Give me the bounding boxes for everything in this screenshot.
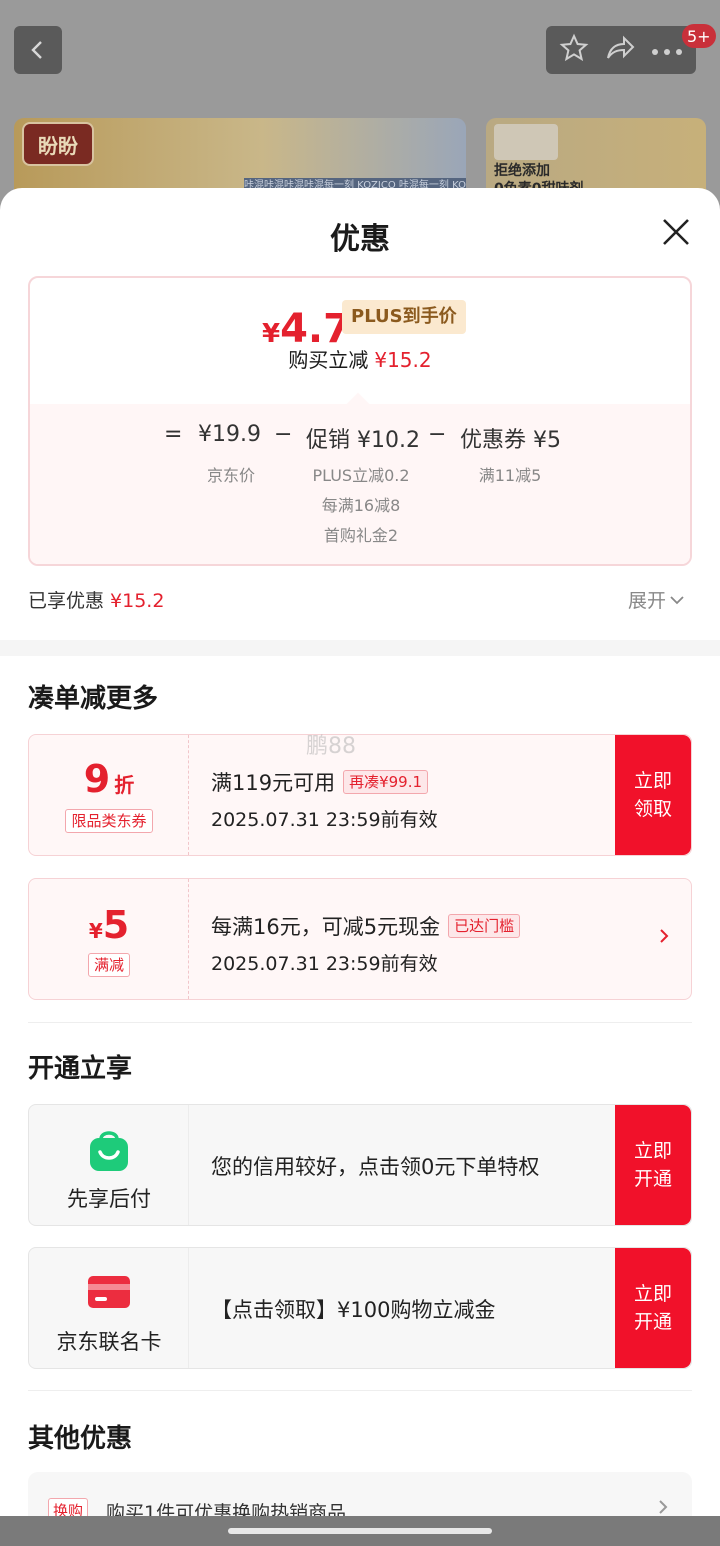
enjoyed-label: 已享优惠	[28, 590, 105, 612]
threshold-reached-tag: 已达门槛	[448, 914, 521, 938]
coupon-cash-currency: ¥	[88, 919, 103, 943]
coupon-condition-text: 满119元可用	[211, 771, 336, 795]
coupon-body: 每满16元，可减5元现金 已达门槛 2025.07.31 23:59前有效	[211, 911, 611, 976]
star-icon[interactable]	[559, 33, 589, 67]
calc-promo: 促销 ¥10.2	[306, 422, 420, 454]
coupon-condition: 每满16元，可减5元现金 已达门槛	[211, 911, 611, 941]
promo-detail-2: 每满16减8	[321, 496, 401, 515]
co-brand-text: 【点击领取】¥100购物立减金	[211, 1298, 496, 1322]
coupon-validity: 2025.07.31 23:59前有效	[211, 953, 438, 975]
sheet-header: 优惠	[0, 188, 720, 278]
instant-discount-label: 购买立减	[288, 348, 369, 372]
plus-price-tag: PLUS到手价	[342, 300, 466, 334]
activate-label: 立即 开通	[633, 1140, 672, 1190]
chevron-right-icon	[657, 927, 671, 949]
calc-promo-label: 促销	[306, 428, 351, 453]
coupon-type-wrap: 限品类东券	[29, 809, 189, 833]
coupon-card-cash[interactable]: ¥5 满减 每满16元，可减5元现金 已达门槛 2025.07.31 23:59…	[28, 878, 692, 1000]
pay-later-text: 您的信用较好，点击领0元下单特权	[211, 1155, 540, 1179]
divider	[28, 1390, 692, 1391]
coupon-cash-value: ¥5	[29, 903, 189, 947]
calc-coupon: 优惠券 ¥5	[460, 422, 561, 454]
section-title-more: 凑单减更多	[28, 684, 159, 714]
coupon-body: 满119元可用 再凑¥99.1 2025.07.31 23:59前有效	[211, 767, 611, 832]
coupon-add-more-tag: 再凑¥99.1	[343, 770, 429, 794]
coupon-validity: 2025.07.31 23:59前有效	[211, 809, 438, 831]
calc-coupon-value: ¥5	[533, 428, 562, 453]
activate-label: 立即 开通	[633, 1283, 672, 1333]
activate-pay-later-button[interactable]: 立即 开通	[615, 1105, 691, 1225]
red-card-icon	[87, 1274, 131, 1314]
instant-discount-line: 购买立减 ¥15.2	[30, 344, 690, 373]
section-separator	[0, 640, 720, 656]
calc-coupon-label: 优惠券	[460, 428, 527, 453]
instant-discount-value: ¥15.2	[374, 348, 432, 372]
banner-mini-logo	[494, 124, 558, 160]
back-button[interactable]	[14, 26, 62, 74]
share-icon[interactable]	[604, 34, 636, 66]
close-icon	[663, 219, 689, 245]
coupon-discount-number: 9	[83, 757, 111, 801]
price-calculation: = ¥19.9 − 促销 ¥10.2 − 优惠券 ¥5 京东价 PLUS立减0.…	[30, 392, 690, 564]
pay-later-card: 先享后付 您的信用较好，点击领0元下单特权 立即 开通	[28, 1104, 692, 1226]
expand-button[interactable]: 展开	[628, 586, 684, 613]
system-nav-area	[0, 1516, 720, 1546]
section-title-open: 开通立享	[28, 1054, 133, 1084]
coupon-condition: 满119元可用 再凑¥99.1	[211, 767, 611, 797]
calc-minus-1: −	[274, 422, 293, 447]
section-title-other: 其他优惠	[28, 1424, 133, 1454]
calc-jd-price: ¥19.9	[198, 422, 261, 447]
price-summary: ¥4.7 PLUS到手价 购买立减 ¥15.2	[30, 278, 690, 404]
coupon-detail: 满11减5	[478, 466, 542, 485]
coupon-condition-text: 每满16元，可减5元现金	[211, 915, 441, 939]
banner-promo-line1: 拒绝添加	[494, 163, 550, 179]
price-breakdown-card: ¥4.7 PLUS到手价 购买立减 ¥15.2 = ¥19.9 − 促销 ¥10.…	[28, 276, 692, 566]
promo-detail-1: PLUS立减0.2	[312, 466, 410, 485]
claim-coupon-label: 立即 领取	[633, 770, 672, 820]
message-count-badge: 5+	[682, 24, 716, 48]
top-actions-bar	[546, 26, 696, 74]
calc-equals: =	[164, 422, 183, 447]
watermark: 鹏88	[306, 734, 356, 759]
more-icon[interactable]	[651, 41, 683, 60]
brand-logo: 盼盼	[22, 122, 94, 166]
green-bag-icon	[87, 1127, 131, 1177]
coupon-type-wrap: 满减	[29, 953, 189, 977]
coupon-discount-suffix: 折	[114, 773, 135, 797]
divider	[28, 1022, 692, 1023]
enjoyed-value: ¥15.2	[110, 590, 165, 612]
enjoyed-discount: 已享优惠 ¥15.2	[28, 586, 164, 613]
co-brand-label: 京东联名卡	[56, 1330, 162, 1354]
activate-co-brand-button[interactable]: 立即 开通	[615, 1248, 691, 1368]
chevron-left-icon	[31, 41, 42, 59]
claim-coupon-button[interactable]: 立即 领取	[615, 735, 691, 855]
pay-later-label: 先享后付	[67, 1187, 151, 1211]
home-indicator[interactable]	[228, 1528, 492, 1534]
coupon-cash-number: 5	[102, 903, 130, 947]
expand-label: 展开	[628, 590, 667, 612]
calc-minus-2: −	[428, 422, 447, 447]
coupon-discount-value: 9折	[29, 757, 189, 801]
co-brand-card: 京东联名卡 【点击领取】¥100购物立减金 立即 开通	[28, 1247, 692, 1369]
coupon-type-tag: 限品类东券	[65, 809, 153, 833]
chevron-down-icon	[670, 595, 684, 604]
close-button[interactable]	[656, 212, 696, 252]
promo-detail-3: 首购礼金2	[323, 526, 399, 545]
jd-price-caption: 京东价	[206, 466, 255, 485]
discount-sheet: 优惠 ¥4.7 PLUS到手价 购买立减 ¥15.2 = ¥19.9 − 促销 ¥…	[0, 188, 720, 1546]
coupon-card-discount: 9折 限品类东券 满119元可用 再凑¥99.1 2025.07.31 23:5…	[28, 734, 692, 856]
sheet-title: 优惠	[330, 222, 390, 257]
coupon-type-tag: 满减	[87, 953, 130, 977]
calc-promo-value: ¥10.2	[357, 428, 420, 453]
